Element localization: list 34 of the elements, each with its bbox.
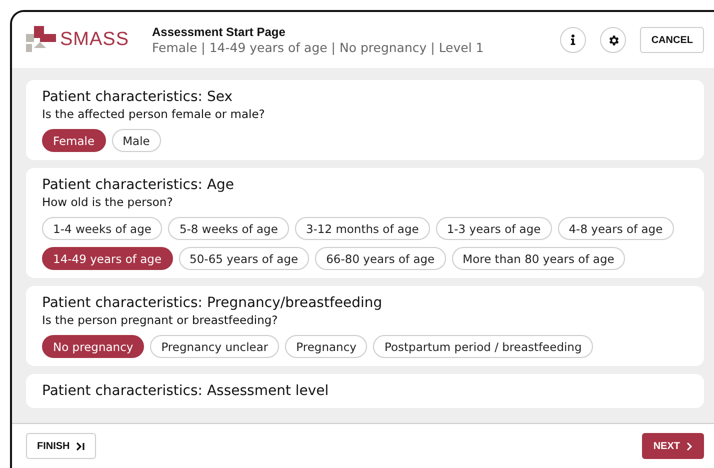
option-chip[interactable]: Female bbox=[42, 129, 106, 152]
cancel-button[interactable]: CANCEL bbox=[640, 27, 704, 53]
option-chip[interactable]: 1-3 years of age bbox=[436, 217, 552, 240]
info-button[interactable] bbox=[560, 27, 586, 53]
page-subtitle: Female | 14-49 years of age | No pregnancy | Level 1 bbox=[152, 40, 485, 55]
next-button[interactable]: NEXT bbox=[642, 433, 704, 459]
option-chip[interactable]: 5-8 weeks of age bbox=[168, 217, 289, 240]
option-chip[interactable]: 14-49 years of age bbox=[42, 247, 173, 270]
option-chip[interactable]: Pregnancy unclear bbox=[150, 335, 280, 358]
skip-to-end-icon bbox=[76, 442, 85, 450]
option-chip[interactable]: Postpartum period / breastfeeding bbox=[373, 335, 593, 358]
option-chip[interactable]: 50-65 years of age bbox=[178, 247, 310, 270]
question-text: Is the person pregnant or breastfeeding? bbox=[42, 313, 279, 327]
option-chip[interactable]: 1-4 weeks of age bbox=[42, 217, 162, 240]
option-chip[interactable]: 66-80 years of age bbox=[315, 247, 446, 270]
option-chip[interactable]: No pregnancy bbox=[42, 335, 144, 358]
card-title: Patient characteristics: Age bbox=[42, 176, 236, 194]
question-text: Is the affected person female or male? bbox=[42, 107, 266, 121]
chevron-right-icon bbox=[686, 442, 693, 450]
page-title: Assessment Start Page bbox=[152, 25, 286, 39]
option-chip[interactable]: Male bbox=[112, 129, 161, 152]
logo-text: SMASS bbox=[60, 29, 130, 51]
option-chip[interactable]: Pregnancy bbox=[285, 335, 368, 358]
option-chip[interactable]: 3-12 months of age bbox=[294, 217, 430, 240]
card-title: Patient characteristics: Pregnancy/breastfeeding bbox=[42, 294, 384, 312]
settings-icon bbox=[606, 34, 620, 46]
question-text: How old is the person? bbox=[42, 195, 174, 209]
card-title: Patient characteristics: Sex bbox=[42, 88, 234, 106]
logo-icon bbox=[26, 26, 58, 54]
settings-button[interactable] bbox=[600, 27, 626, 53]
option-chip[interactable]: 4-8 years of age bbox=[558, 217, 674, 240]
card-title: Patient characteristics: Assessment level bbox=[42, 382, 330, 400]
finish-button[interactable]: FINISH bbox=[26, 433, 96, 459]
option-chip[interactable]: More than 80 years of age bbox=[452, 247, 626, 270]
